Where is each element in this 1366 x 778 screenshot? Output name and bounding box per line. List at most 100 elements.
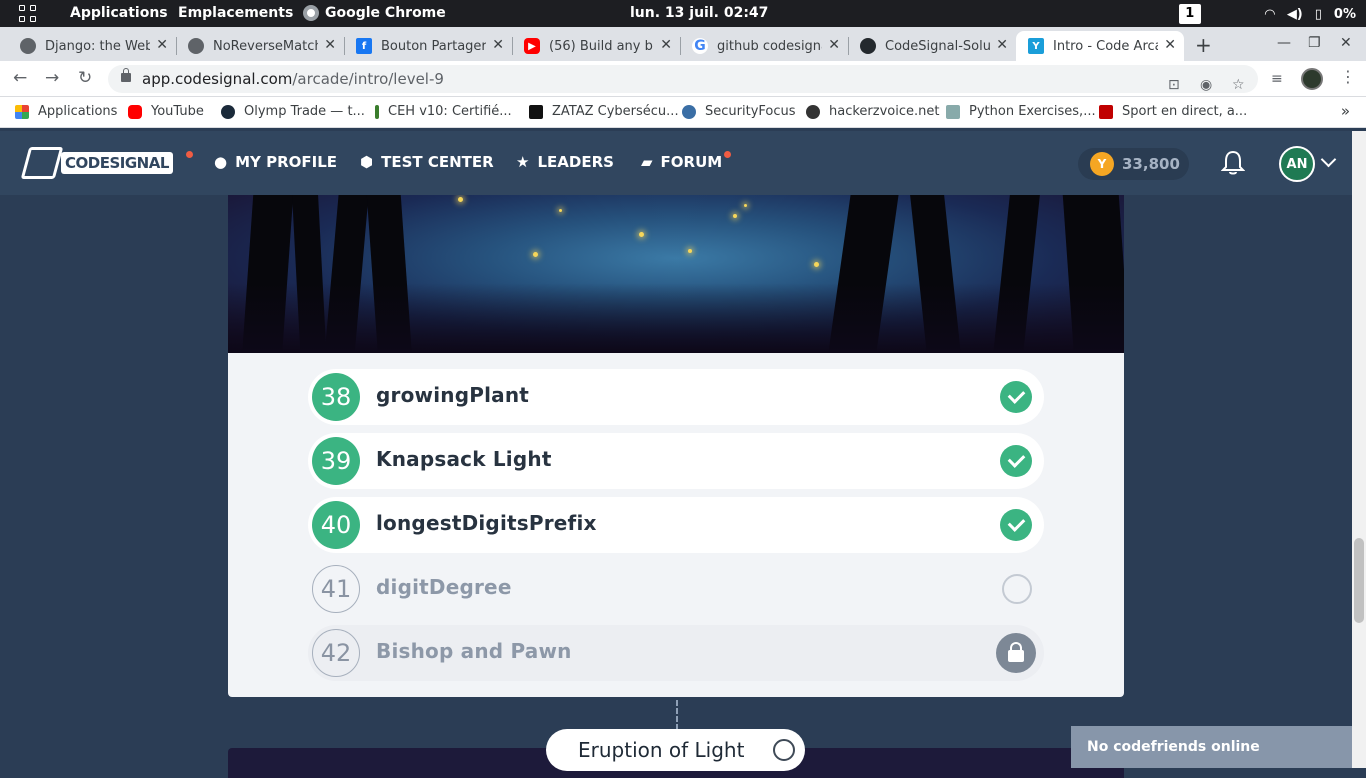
nav-leaders[interactable]: ★ LEADERS (516, 153, 614, 171)
close-icon[interactable]: ✕ (492, 37, 504, 53)
bookmark-youtube[interactable]: YouTube (128, 104, 204, 119)
tab-title: NoReverseMatch (213, 38, 318, 54)
bookmark-ceh[interactable]: CEH v10: Certifié... (375, 104, 512, 119)
nav-label: MY PROFILE (235, 153, 338, 171)
tab-noreversematch[interactable]: NoReverseMatch ✕ (176, 31, 344, 61)
next-level-title: Eruption of Light (578, 738, 745, 762)
codesignal-wordmark: CODESIGNAL (61, 152, 173, 174)
volume-icon: ◀) (1286, 6, 1303, 22)
tab-github[interactable]: CodeSignal-Solut ✕ (848, 31, 1016, 61)
star-icon: ★ (516, 153, 530, 171)
level-task-list: 38 growingPlant 39 Knapsack Light 40 lon… (228, 353, 1124, 697)
media-queue-icon[interactable]: ≡ (1271, 71, 1283, 87)
user-avatar[interactable]: AN (1279, 146, 1315, 182)
user-icon: ● (214, 153, 228, 171)
close-icon[interactable]: ✕ (660, 37, 672, 53)
os-status-area[interactable]: 1 ◠ ◀) ▯ 0% (1178, 4, 1356, 24)
codesignal-header: CODESIGNAL ● MY PROFILE ⬢ TEST CENTER ★ … (0, 131, 1352, 195)
os-applications-menu[interactable]: Applications (70, 5, 168, 21)
restore-icon[interactable]: ❐ (1308, 35, 1321, 51)
bookmark-sport[interactable]: Sport en direct, a... (1099, 104, 1247, 119)
bookmark-olymp-trade[interactable]: Olymp Trade — t... (221, 104, 365, 119)
task-row[interactable]: 39 Knapsack Light (308, 433, 1044, 489)
bookmark-label: CEH v10: Certifié... (388, 104, 512, 119)
eye-off-icon[interactable]: ◉ (1200, 71, 1212, 99)
os-clock[interactable]: lun. 13 juil. 02:47 (630, 5, 768, 21)
bookmark-star-icon[interactable]: ☆ (1232, 71, 1245, 99)
battery-level: 0% (1333, 6, 1356, 22)
window-close-icon[interactable]: ✕ (1340, 35, 1352, 51)
nav-my-profile[interactable]: ● MY PROFILE (214, 153, 337, 171)
tab-codesignal-active[interactable]: Y Intro - Code Arca ✕ (1016, 31, 1184, 61)
forum-notification-dot (724, 151, 731, 158)
bell-icon[interactable] (1221, 150, 1245, 176)
back-arrow-icon[interactable]: ← (13, 68, 27, 88)
codesignal-logo[interactable]: CODESIGNAL (20, 147, 173, 179)
tab-google-search[interactable]: G github codesigna ✕ (680, 31, 848, 61)
bookmark-w3resource[interactable]: Python Exercises,... (946, 104, 1096, 119)
youtube-icon (128, 104, 142, 119)
task-row[interactable]: 41 digitDegree (308, 561, 1044, 617)
task-number: 40 (312, 501, 360, 549)
close-icon[interactable]: ✕ (996, 37, 1008, 53)
codefriends-panel[interactable]: No codefriends online (1071, 726, 1352, 768)
tab-youtube[interactable]: ▶ (56) Build any blo ✕ (512, 31, 680, 61)
bookmark-label: ZATAZ Cybersécu... (552, 104, 679, 119)
bookmark-hackerzvoice[interactable]: hackerzvoice.net (806, 104, 939, 119)
task-row[interactable]: 38 growingPlant (308, 369, 1044, 425)
github-icon (860, 38, 876, 54)
close-icon[interactable]: ✕ (1164, 37, 1176, 53)
checkmark-icon (1000, 509, 1032, 541)
lock-icon[interactable] (121, 68, 131, 82)
nav-test-center[interactable]: ⬢ TEST CENTER (360, 153, 494, 171)
bookmark-zataz[interactable]: ZATAZ Cybersécu... (529, 104, 679, 119)
google-icon: G (692, 38, 708, 54)
workspace-indicator[interactable]: 1 (1178, 4, 1201, 24)
bookmark-label: Olymp Trade — t... (244, 104, 365, 119)
chevron-double-right-icon[interactable]: » (1341, 102, 1350, 120)
coins-balance[interactable]: Y 33,800 (1078, 148, 1189, 180)
sport-icon (1099, 104, 1113, 119)
url-path: /arcade/intro/level-9 (292, 70, 444, 88)
os-places-menu[interactable]: Emplacements (178, 5, 293, 21)
task-number: 38 (312, 373, 360, 421)
chrome-menu-icon[interactable]: ⋮ (1340, 67, 1356, 86)
empty-circle-icon (773, 739, 795, 761)
tab-django[interactable]: Django: the Web ✕ (8, 31, 176, 61)
close-icon[interactable]: ✕ (156, 37, 168, 53)
lock-icon (996, 633, 1036, 673)
task-number: 41 (312, 565, 360, 613)
nav-forum[interactable]: ▰ FORUM (641, 153, 722, 171)
task-name: longestDigitsPrefix (376, 511, 597, 535)
profile-avatar[interactable] (1301, 68, 1323, 90)
scrollbar[interactable] (1352, 131, 1366, 768)
nav-label: TEST CENTER (381, 153, 494, 171)
zataz-icon (529, 104, 543, 119)
close-icon[interactable]: ✕ (324, 37, 336, 53)
chat-icon: ▰ (641, 153, 653, 171)
bookmark-securityfocus[interactable]: SecurityFocus (682, 104, 796, 119)
apps-grid-icon (15, 104, 29, 119)
app-grid-icon[interactable] (19, 5, 37, 22)
tab-bouton-partager[interactable]: f Bouton Partager ✕ (344, 31, 512, 61)
level-connector (676, 700, 678, 730)
os-active-app[interactable]: Google Chrome (325, 5, 446, 21)
task-number: 42 (312, 629, 360, 677)
close-icon[interactable]: ✕ (828, 37, 840, 53)
tab-title: Bouton Partager (381, 38, 486, 54)
task-row[interactable]: 40 longestDigitsPrefix (308, 497, 1044, 553)
forward-arrow-icon[interactable]: → (45, 68, 59, 88)
bookmarks-bar: Applications YouTube Olymp Trade — t... … (0, 97, 1366, 128)
next-level-pill[interactable]: Eruption of Light (546, 729, 805, 771)
tab-title: (56) Build any blo (549, 38, 654, 54)
reload-icon[interactable]: ↻ (78, 68, 92, 88)
task-row[interactable]: 42 Bishop and Pawn (308, 625, 1044, 681)
minimize-icon[interactable]: — (1277, 35, 1291, 51)
bookmark-applications[interactable]: Applications (15, 104, 117, 119)
scrollbar-thumb[interactable] (1354, 538, 1364, 623)
new-tab-button[interactable]: + (1195, 33, 1212, 57)
translate-icon[interactable]: ⊡ (1168, 71, 1180, 99)
empty-circle-icon (1002, 574, 1032, 604)
url-field[interactable]: app.codesignal.com/arcade/intro/level-9 … (108, 65, 1258, 93)
olymp-icon (221, 104, 235, 119)
